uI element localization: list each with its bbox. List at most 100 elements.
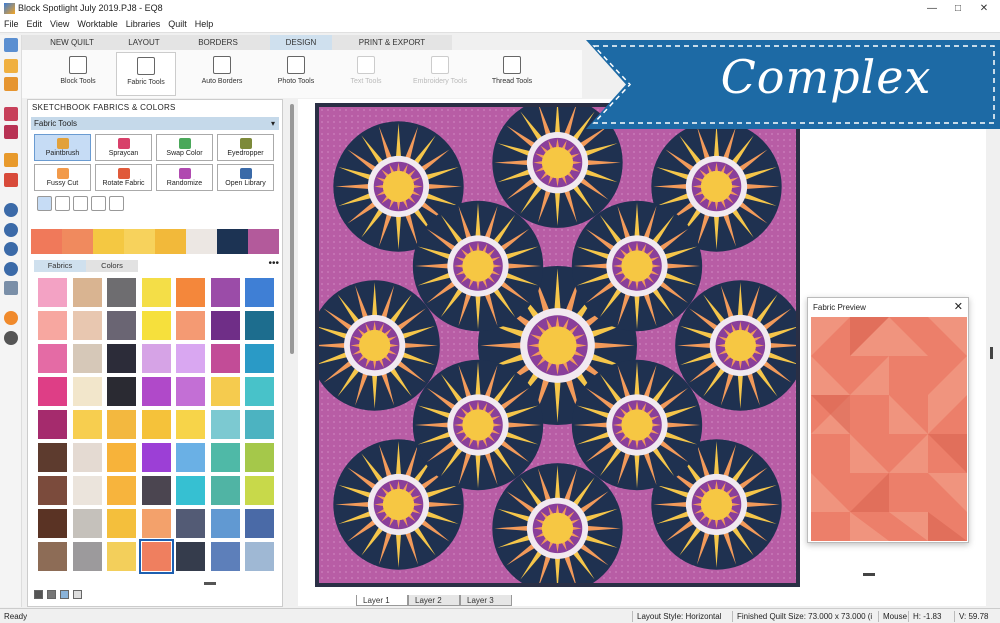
view-tiny-icon[interactable] (73, 590, 82, 599)
fabric-swatch[interactable] (210, 410, 240, 439)
fabric-swatch[interactable] (176, 476, 205, 505)
tab-print-export[interactable]: PRINT & EXPORT (332, 35, 452, 50)
fabric-swatch[interactable] (38, 443, 67, 472)
fabric-swatch[interactable] (141, 278, 171, 307)
new-project-icon[interactable] (4, 59, 18, 73)
recent-fabric-swatch[interactable] (155, 229, 186, 254)
fabric-swatch[interactable] (38, 410, 67, 439)
fabric-swatch[interactable] (107, 377, 136, 406)
fabric-swatch[interactable] (138, 539, 174, 574)
spraycan-button[interactable]: Spraycan (95, 134, 152, 161)
fabric-swatch[interactable] (210, 377, 240, 406)
open-library-button[interactable]: Open Library (217, 164, 274, 191)
fabric-tools-header[interactable]: Fabric Tools ▾ (31, 117, 279, 130)
recent-fabric-swatch[interactable] (217, 229, 248, 254)
project-sketchbook-icon[interactable] (4, 125, 18, 139)
fabric-swatch[interactable] (245, 311, 274, 340)
fabric-swatch[interactable] (210, 542, 240, 571)
fabric-swatch[interactable] (72, 476, 102, 505)
fabric-swatch[interactable] (245, 344, 274, 373)
fabric-swatch[interactable] (72, 311, 102, 340)
brush-size-1-icon[interactable] (37, 196, 52, 211)
recent-fabric-swatch[interactable] (93, 229, 124, 254)
tab-fabrics[interactable]: Fabrics (34, 260, 86, 272)
brush-size-4-icon[interactable] (91, 196, 106, 211)
randomize-button[interactable]: Randomize (156, 164, 213, 191)
fabric-swatch[interactable] (176, 278, 205, 307)
fabric-swatch[interactable] (210, 443, 240, 472)
fabric-swatch[interactable] (176, 542, 205, 571)
fabric-swatch[interactable] (38, 377, 67, 406)
fabric-swatch[interactable] (107, 278, 136, 307)
fabric-swatch[interactable] (141, 410, 171, 439)
fabric-swatch[interactable] (141, 377, 171, 406)
thread-tools-button[interactable]: Thread Tools (482, 52, 542, 96)
fabric-swatch[interactable] (245, 476, 274, 505)
text-tools-button[interactable]: Text Tools (336, 52, 396, 96)
block-tools-button[interactable]: Block Tools (48, 52, 108, 96)
layer-1-tab[interactable]: Layer 1 (356, 595, 408, 606)
fabric-swatch[interactable] (38, 542, 67, 571)
close-window-button[interactable]: ✕ (972, 2, 996, 16)
home-icon[interactable] (4, 38, 18, 52)
recent-fabric-swatch[interactable] (186, 229, 217, 254)
tab-borders[interactable]: BORDERS (166, 35, 270, 50)
fabric-swatch[interactable] (245, 410, 274, 439)
fabric-swatch[interactable] (38, 311, 67, 340)
fabric-swatch[interactable] (176, 410, 205, 439)
fabric-swatch[interactable] (245, 509, 274, 538)
fabric-swatch[interactable] (210, 509, 240, 538)
settings-gear-icon[interactable] (4, 331, 18, 345)
recent-fabric-swatch[interactable] (248, 229, 279, 254)
fabric-swatch[interactable] (176, 344, 205, 373)
more-options-icon[interactable]: ••• (268, 258, 279, 269)
paintbrush-button[interactable]: Paintbrush (34, 134, 91, 161)
brush-size-2-icon[interactable] (55, 196, 70, 211)
fabric-swatch[interactable] (72, 344, 102, 373)
fabric-swatch[interactable] (245, 377, 274, 406)
fabric-swatch[interactable] (176, 311, 205, 340)
quilt-design[interactable] (319, 107, 796, 583)
menu-help[interactable]: Help (191, 18, 218, 30)
fabric-swatch[interactable] (176, 443, 205, 472)
fabric-swatch[interactable] (107, 443, 136, 472)
recent-fabric-swatch[interactable] (31, 229, 62, 254)
fabric-swatch[interactable] (107, 542, 136, 571)
fussy-cut-button[interactable]: Fussy Cut (34, 164, 91, 191)
maximize-button[interactable]: □ (946, 2, 970, 16)
photo-tools-button[interactable]: Photo Tools (266, 52, 326, 96)
menu-quilt[interactable]: Quilt (164, 18, 191, 30)
minimize-button[interactable]: — (920, 2, 944, 16)
fabric-swatch[interactable] (72, 443, 102, 472)
fabric-swatch[interactable] (72, 509, 102, 538)
fabric-swatch[interactable] (245, 278, 274, 307)
zoom-fit-icon[interactable] (4, 242, 18, 256)
fabric-swatch[interactable] (141, 311, 171, 340)
fabric-swatch[interactable] (141, 509, 171, 538)
fabric-swatch[interactable] (72, 377, 102, 406)
tab-layout[interactable]: LAYOUT (122, 35, 166, 50)
fabric-swatch[interactable] (245, 443, 274, 472)
fabric-swatch[interactable] (38, 509, 67, 538)
view-medium-icon[interactable] (47, 590, 56, 599)
fabric-swatch[interactable] (141, 443, 171, 472)
pencil-icon[interactable] (4, 153, 18, 167)
add-to-project-icon[interactable] (4, 107, 18, 121)
zoom-refresh-icon[interactable] (4, 262, 18, 276)
fabric-swatch[interactable] (38, 344, 67, 373)
fabric-swatch[interactable] (210, 344, 240, 373)
vertical-scroll-handle[interactable] (990, 347, 993, 359)
tab-colors[interactable]: Colors (86, 260, 138, 272)
auto-borders-button[interactable]: Auto Borders (192, 52, 252, 96)
layer-2-tab[interactable]: Layer 2 (408, 595, 460, 606)
help-icon[interactable] (4, 311, 18, 325)
embroidery-tools-button[interactable]: Embroidery Tools (410, 52, 470, 96)
tab-design[interactable]: DESIGN (270, 35, 332, 50)
fabric-tools-button[interactable]: Fabric Tools (116, 52, 176, 96)
fabric-swatch[interactable] (107, 344, 136, 373)
fabric-swatch[interactable] (38, 278, 67, 307)
fabric-swatch[interactable] (210, 278, 240, 307)
view-small-icon[interactable] (60, 590, 69, 599)
fabric-preview-window[interactable]: Fabric Preview ✕ (807, 297, 969, 543)
open-project-icon[interactable] (4, 77, 18, 91)
